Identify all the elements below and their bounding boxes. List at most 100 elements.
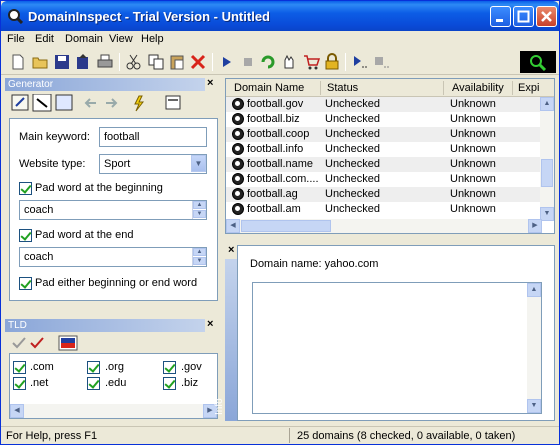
grid-horizontal-scrollbar[interactable]: ◀ ▶ <box>226 219 542 233</box>
scroll-thumb[interactable] <box>241 220 331 232</box>
spinner-down-icon[interactable]: ▼ <box>193 210 206 218</box>
tld-checkbox-edu[interactable] <box>87 377 100 390</box>
generator-close-button[interactable]: × <box>207 77 213 89</box>
scroll-left-icon[interactable]: ◀ <box>226 219 240 233</box>
scroll-up-icon[interactable]: ▲ <box>527 283 541 297</box>
table-row[interactable]: football.com.... Unchecked Unknown <box>226 172 542 187</box>
properties-icon[interactable] <box>164 94 182 112</box>
scroll-right-icon[interactable]: ▶ <box>528 219 542 233</box>
spinner-up-icon[interactable]: ▲ <box>193 201 206 209</box>
minimize-button[interactable] <box>490 6 511 27</box>
refresh-icon[interactable] <box>259 53 277 71</box>
pad-begin-checkbox[interactable] <box>19 182 32 195</box>
tld-checkbox-biz[interactable] <box>163 377 176 390</box>
menu-domain[interactable]: Domain <box>65 33 103 45</box>
column-domain-name[interactable]: Domain Name <box>234 82 304 94</box>
chevron-down-icon[interactable]: ▼ <box>191 155 206 172</box>
maximize-icon <box>517 10 530 23</box>
menu-view[interactable]: View <box>109 33 133 45</box>
new-icon[interactable] <box>9 53 27 71</box>
spinner-up-icon[interactable]: ▲ <box>193 248 206 256</box>
tld-label-org[interactable]: .org <box>105 361 124 373</box>
save-as-icon[interactable] <box>74 53 92 71</box>
domain-cell: football.info <box>247 143 304 155</box>
tld-label-com[interactable]: .com <box>30 361 54 373</box>
tld-checkbox-gov[interactable] <box>163 361 176 374</box>
column-separator[interactable] <box>443 81 444 95</box>
cart-icon[interactable] <box>302 53 320 71</box>
title-bar[interactable]: DomainInspect - Trial Version - Untitled <box>1 1 559 31</box>
run-selected-icon[interactable] <box>351 53 369 71</box>
pad-end-input[interactable]: coach ▲ ▼ <box>19 247 207 267</box>
scroll-down-icon[interactable]: ▼ <box>540 207 554 221</box>
grid-vertical-scrollbar[interactable]: ▲ ▼ <box>540 97 554 221</box>
lightning-icon[interactable] <box>134 95 145 112</box>
scroll-up-icon[interactable]: ▲ <box>540 97 554 111</box>
hand-icon[interactable] <box>280 53 298 71</box>
pad-end-checkbox[interactable] <box>19 229 32 242</box>
info-memo[interactable]: ▲ ▼ <box>252 282 542 414</box>
save-icon[interactable] <box>53 53 71 71</box>
info-close-button[interactable]: × <box>228 244 234 256</box>
stop-selected-icon[interactable] <box>372 53 390 71</box>
main-keyword-input[interactable]: football <box>99 127 207 147</box>
table-row[interactable]: football.biz Unchecked Unknown <box>226 112 542 127</box>
column-separator[interactable] <box>320 81 321 95</box>
pad-either-label[interactable]: Pad either beginning or end word <box>35 277 197 289</box>
table-row[interactable]: football.am Unchecked Unknown <box>226 202 542 217</box>
pad-end-spinner[interactable]: ▲ ▼ <box>192 248 206 266</box>
column-availability[interactable]: Availability <box>452 82 504 94</box>
menu-edit[interactable]: Edit <box>35 33 54 45</box>
menu-help[interactable]: Help <box>141 33 164 45</box>
scroll-left-icon[interactable]: ◀ <box>10 404 24 418</box>
maximize-button[interactable] <box>513 6 534 27</box>
play-icon[interactable] <box>218 53 236 71</box>
table-row[interactable]: football.gov Unchecked Unknown <box>226 97 542 112</box>
tld-checkbox-net[interactable] <box>13 377 26 390</box>
menu-file[interactable]: File <box>7 33 25 45</box>
close-button[interactable] <box>536 6 557 27</box>
lock-icon[interactable] <box>323 53 341 71</box>
cut-icon[interactable] <box>125 53 143 71</box>
column-status[interactable]: Status <box>327 82 358 94</box>
website-type-select[interactable]: Sport ▼ <box>99 154 207 174</box>
pad-end-label[interactable]: Pad word at the end <box>35 229 133 241</box>
column-separator[interactable] <box>512 81 513 95</box>
tld-label-net[interactable]: .net <box>30 377 48 389</box>
tld-label-biz[interactable]: .biz <box>181 377 198 389</box>
status-cell: Unchecked <box>325 143 381 155</box>
column-expiry[interactable]: Expi <box>518 82 539 94</box>
tld-checkbox-org[interactable] <box>87 361 100 374</box>
image-icon[interactable] <box>55 94 73 111</box>
table-row[interactable]: football.coop Unchecked Unknown <box>226 127 542 142</box>
check-all-icon[interactable] <box>12 337 26 349</box>
tld-close-button[interactable]: × <box>207 318 213 330</box>
delete-icon[interactable] <box>189 53 207 71</box>
status-cell: Unchecked <box>325 173 381 185</box>
move-right-icon[interactable] <box>84 98 96 108</box>
info-vertical-scrollbar[interactable]: ▲ ▼ <box>527 283 541 413</box>
tld-label-gov[interactable]: .gov <box>181 361 202 373</box>
globe-icon <box>232 113 244 125</box>
paste-icon[interactable] <box>168 53 186 71</box>
table-row[interactable]: football.info Unchecked Unknown <box>226 142 542 157</box>
table-row[interactable]: football.ag Unchecked Unknown <box>226 187 542 202</box>
print-icon[interactable] <box>96 53 114 71</box>
pad-begin-spinner[interactable]: ▲ ▼ <box>192 201 206 219</box>
copy-icon[interactable] <box>147 53 165 71</box>
pad-either-checkbox[interactable] <box>19 277 32 290</box>
tld-horizontal-scrollbar[interactable]: ◀ ▶ <box>10 404 217 418</box>
open-icon[interactable] <box>31 53 49 71</box>
spinner-down-icon[interactable]: ▼ <box>193 257 206 265</box>
pad-begin-input[interactable]: coach ▲ ▼ <box>19 200 207 220</box>
table-row[interactable]: football.name Unchecked Unknown <box>226 157 542 172</box>
scroll-down-icon[interactable]: ▼ <box>527 399 541 413</box>
stop-icon[interactable] <box>239 53 257 71</box>
move-left-icon[interactable] <box>106 98 118 108</box>
pad-begin-label[interactable]: Pad word at the beginning <box>35 182 163 194</box>
search-button[interactable] <box>520 51 556 73</box>
check-selected-icon[interactable] <box>30 337 44 349</box>
tld-label-edu[interactable]: .edu <box>105 377 126 389</box>
scroll-thumb[interactable] <box>541 159 553 187</box>
tld-checkbox-com[interactable] <box>13 361 26 374</box>
